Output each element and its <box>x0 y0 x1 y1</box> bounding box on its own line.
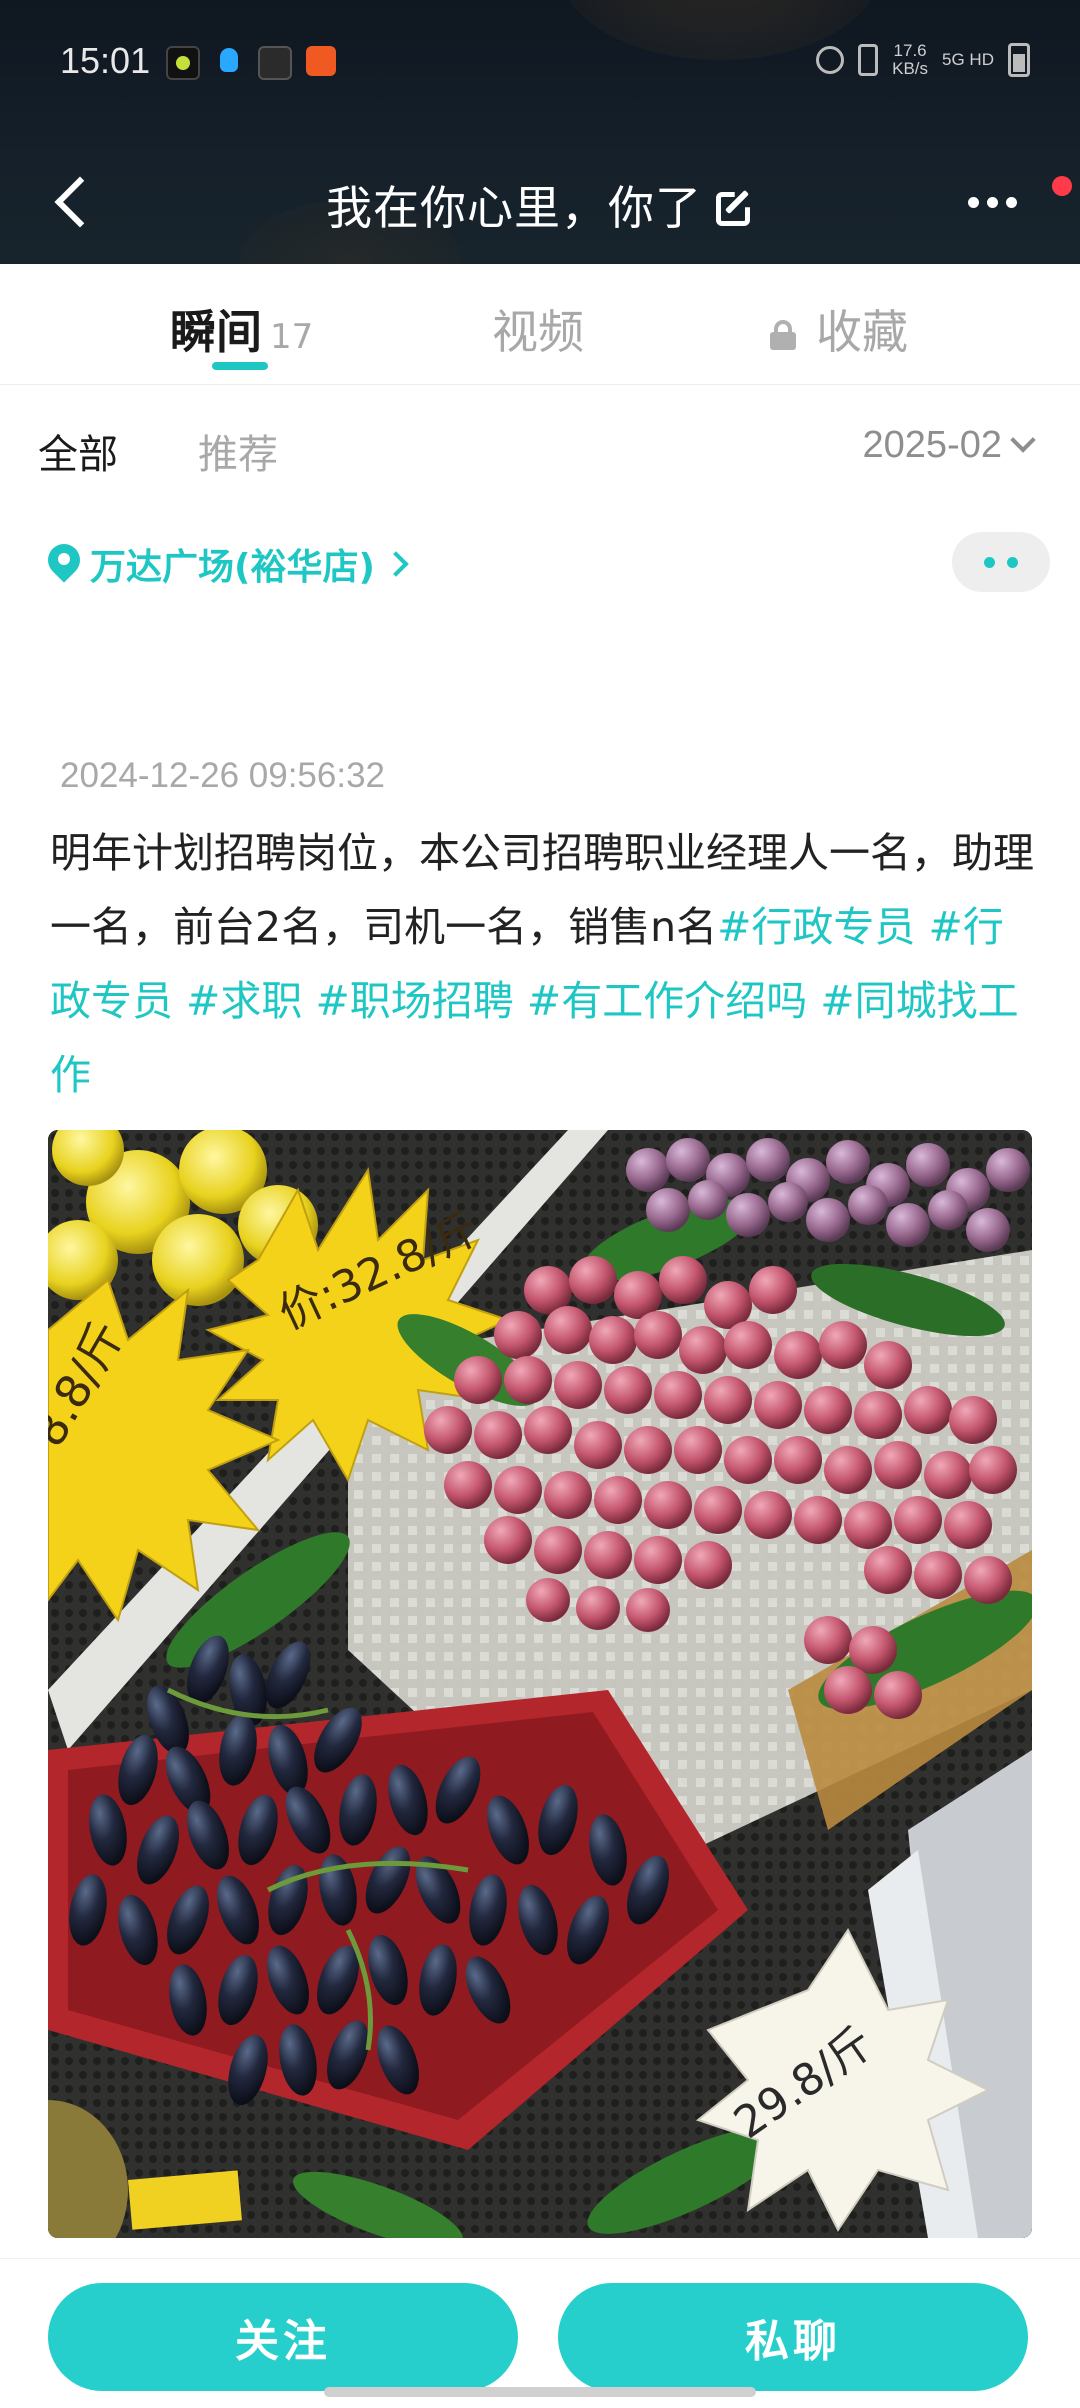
alarm-icon <box>816 46 845 74</box>
filter-recommend[interactable]: 推荐 <box>198 422 278 480</box>
more-button[interactable] <box>968 182 1028 222</box>
tab-favorites-label: 收藏 <box>816 305 908 359</box>
battery-icon <box>1008 43 1030 77</box>
location-pin-icon <box>48 544 80 584</box>
message-icon <box>258 46 292 80</box>
tab-active-indicator <box>212 362 268 370</box>
hashtag[interactable]: #求职 <box>186 977 302 1025</box>
kuaishou-icon <box>306 46 336 76</box>
status-right: 17.6 KB/s 5G HD <box>816 42 1030 78</box>
follow-button[interactable]: 关注 <box>48 2283 518 2391</box>
lock-icon <box>770 320 796 350</box>
hashtag[interactable]: #行政专员 <box>717 903 915 951</box>
app-notification-icon <box>166 46 200 80</box>
date-value: 2025-02 <box>862 424 1002 466</box>
tab-moments-count: 17 <box>270 317 314 357</box>
chevron-down-icon <box>1010 427 1036 453</box>
hashtag[interactable]: #有工作介绍吗 <box>527 977 807 1025</box>
qq-icon <box>214 46 244 76</box>
filter-row: 全部 推荐 2025-02 <box>0 400 1080 490</box>
nav-bar: 我在你心里，你了 <box>0 150 1080 250</box>
network-speed: 17.6 KB/s <box>892 41 929 78</box>
bottom-action-bar: 关注 私聊 <box>0 2258 1080 2408</box>
page-title[interactable]: 我在你心里，你了 <box>0 172 1080 238</box>
tab-moments[interactable]: 瞬间 17 <box>170 296 313 362</box>
tab-videos-label: 视频 <box>492 305 584 359</box>
notification-dot <box>1052 176 1072 196</box>
header: 15:01 17.6 KB/s 5G HD 我在你心里，你了 <box>0 0 1080 264</box>
tab-bar: 瞬间 17 视频 收藏 <box>0 264 1080 385</box>
post-text: 明年计划招聘岗位，本公司招聘职业经理人一名，助理一名，前台2名，司机一名，销售n… <box>50 816 1040 1112</box>
profile-page: 15:01 17.6 KB/s 5G HD 我在你心里，你了 瞬间 17 视频 … <box>0 0 1080 2408</box>
home-indicator[interactable] <box>324 2387 756 2397</box>
tab-moments-label: 瞬间 <box>170 305 262 359</box>
vibrate-icon <box>858 44 879 76</box>
network-type: 5G HD <box>942 50 994 69</box>
fruit-shelf-image: 价:32.8/斤 8.8/斤 29.8/斤 <box>48 1130 1032 2238</box>
notification-icons <box>166 46 336 80</box>
date-selector[interactable]: 2025-02 <box>862 424 1036 467</box>
filter-all[interactable]: 全部 <box>38 422 118 480</box>
status-bar: 15:01 17.6 KB/s 5G HD <box>0 0 1080 120</box>
status-time: 15:01 <box>60 40 151 81</box>
edit-icon[interactable] <box>716 190 754 228</box>
tab-favorites[interactable]: 收藏 <box>770 296 908 362</box>
post-more-button[interactable] <box>952 532 1050 592</box>
post-timestamp: 2024-12-26 09:56:32 <box>60 756 385 795</box>
post-image[interactable]: 价:32.8/斤 8.8/斤 29.8/斤 <box>48 1130 1032 2238</box>
location-name: 万达广场(裕华店) <box>90 547 375 588</box>
private-chat-button[interactable]: 私聊 <box>558 2283 1028 2391</box>
location-link[interactable]: 万达广场(裕华店) <box>48 534 409 594</box>
tab-videos[interactable]: 视频 <box>492 296 584 362</box>
chevron-right-icon <box>383 551 409 577</box>
nickname: 我在你心里，你了 <box>326 181 702 235</box>
hashtag[interactable]: #职场招聘 <box>315 977 513 1025</box>
